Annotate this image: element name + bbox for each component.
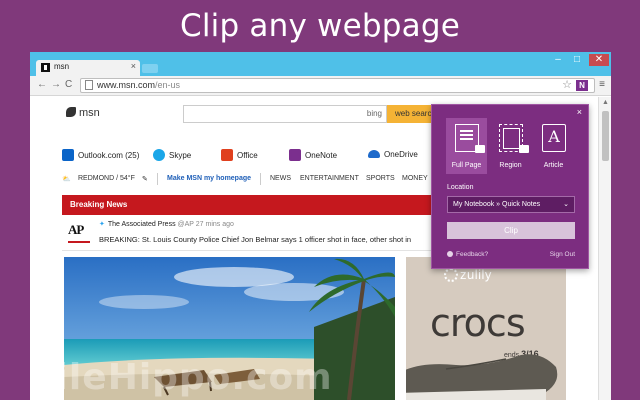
msn-logo[interactable]: msn xyxy=(66,107,100,119)
address-path: /en-us xyxy=(155,80,181,90)
reload-icon[interactable]: C xyxy=(65,79,72,90)
web-clipper-panel: × Full Page Region A Article Location My… xyxy=(431,104,589,269)
address-url: www.msn.com/en-us xyxy=(97,80,180,90)
location-select[interactable]: My Notebook » Quick Notes ⌄ xyxy=(447,196,575,213)
quicklink-onedrive[interactable]: OneDrive xyxy=(368,149,418,163)
address-bar[interactable]: www.msn.com/en-us ☆ N xyxy=(80,78,595,93)
feedback-text: Feedback? xyxy=(456,251,489,258)
divider xyxy=(260,173,261,185)
new-tab-button[interactable] xyxy=(142,64,158,73)
ap-logo: AP xyxy=(68,222,92,244)
msn-navbar: ⛅ REDMOND / 54°F ✎ Make MSN my homepage … xyxy=(62,173,442,187)
divider xyxy=(157,173,158,185)
browser-tab[interactable]: msn × xyxy=(36,60,140,76)
tweet-text: BREAKING: St. Louis County Police Chief … xyxy=(99,235,412,244)
article-icon: A xyxy=(542,124,566,152)
smiley-icon xyxy=(447,251,453,257)
clip-button[interactable]: Clip xyxy=(447,222,575,239)
quicklink-onenote[interactable]: OneNote xyxy=(289,149,337,163)
feedback-link[interactable]: Feedback? xyxy=(447,251,488,258)
quicklink-label: OneNote xyxy=(305,151,338,160)
weather-icon: ⛅ xyxy=(62,176,71,183)
onenote-extension-icon[interactable]: N xyxy=(576,80,588,91)
tab-title: msn xyxy=(54,62,70,71)
forward-arrow-icon[interactable]: → xyxy=(51,79,61,90)
quicklink-outlook[interactable]: Outlook.com (25) xyxy=(62,149,139,163)
tweet-handle: @AP 27 mins ago xyxy=(177,221,234,228)
browser-toolbar: ← → C www.msn.com/en-us ☆ N ≡ xyxy=(30,76,611,96)
location-label: Location xyxy=(447,184,474,191)
twitter-bird-icon: ✦ xyxy=(99,221,105,228)
tab-close-icon[interactable]: × xyxy=(131,61,136,71)
close-window-button[interactable]: ✕ xyxy=(589,54,609,66)
office-icon xyxy=(221,149,233,161)
weather-location[interactable]: REDMOND / 54°F xyxy=(78,175,135,182)
breaking-news-bar[interactable]: Breaking News xyxy=(62,195,442,215)
scroll-thumb[interactable] xyxy=(602,111,609,161)
watermark: FileHippo.com xyxy=(30,357,333,398)
search-input[interactable]: bing xyxy=(183,105,387,123)
mode-article[interactable]: A Article xyxy=(533,118,574,174)
bookmark-star-icon[interactable]: ☆ xyxy=(562,78,572,91)
shoe-image xyxy=(406,354,558,400)
back-arrow-icon[interactable]: ← xyxy=(37,79,47,90)
nav-news[interactable]: NEWS xyxy=(270,175,291,182)
title-bar: msn × – □ ✕ xyxy=(30,52,611,76)
crocs-ad[interactable]: zulily crocs ends 3/16 xyxy=(406,257,566,400)
cloud-icon xyxy=(368,150,380,158)
web-search-button[interactable]: web search xyxy=(387,105,437,123)
skype-icon xyxy=(153,149,165,161)
breaking-news-label: Breaking News xyxy=(70,200,128,209)
nav-sports[interactable]: SPORTS xyxy=(366,175,395,182)
quicklink-label: Skype xyxy=(169,151,192,160)
edit-pencil-icon[interactable]: ✎ xyxy=(142,175,148,183)
msn-logo-text: msn xyxy=(79,107,100,119)
quicklink-label: Office xyxy=(237,151,258,160)
mode-region[interactable]: Region xyxy=(490,118,531,174)
mode-label: Article xyxy=(543,162,564,169)
quicklink-skype[interactable]: Skype xyxy=(153,149,191,163)
minimize-button[interactable]: – xyxy=(548,54,568,66)
mode-label: Full Page xyxy=(451,162,482,169)
quicklinks: Outlook.com (25) Skype Office OneNote On… xyxy=(62,149,442,163)
tweet-author: The Associated Press xyxy=(107,221,176,228)
bing-logo: bing xyxy=(366,109,382,118)
camera-icon xyxy=(519,145,529,153)
page-icon xyxy=(85,80,93,90)
maximize-button[interactable]: □ xyxy=(567,54,587,66)
browser-menu-icon[interactable]: ≡ xyxy=(599,79,605,90)
nav-entertainment[interactable]: ENTERTAINMENT xyxy=(300,175,359,182)
address-host: www.msn.com xyxy=(97,80,156,90)
location-value: My Notebook » Quick Notes xyxy=(453,201,541,208)
camera-icon xyxy=(475,145,485,153)
onenote-icon xyxy=(289,149,301,161)
tweet-source: ✦ The Associated Press @AP 27 mins ago xyxy=(99,220,234,228)
nav-money[interactable]: MONEY xyxy=(402,175,428,182)
outlook-icon xyxy=(62,149,74,161)
clipper-close-icon[interactable]: × xyxy=(577,107,582,117)
msn-favicon-icon xyxy=(41,63,50,72)
mode-label: Region xyxy=(499,162,522,169)
sign-out-link[interactable]: Sign Out xyxy=(550,251,575,258)
butterfly-icon xyxy=(66,107,76,117)
scroll-up-icon[interactable]: ▲ xyxy=(602,99,609,106)
quicklink-label: OneDrive xyxy=(384,150,418,159)
page-scrollbar[interactable]: ▲ xyxy=(598,97,611,400)
make-homepage-link[interactable]: Make MSN my homepage xyxy=(167,175,251,182)
tweet-card[interactable]: AP ✦ The Associated Press @AP 27 mins ago… xyxy=(62,215,442,251)
headline: Clip any webpage xyxy=(180,8,460,44)
quicklink-label: Outlook.com (25) xyxy=(78,151,140,160)
chevron-down-icon: ⌄ xyxy=(563,201,569,208)
quicklink-office[interactable]: Office xyxy=(221,149,258,163)
mode-full-page[interactable]: Full Page xyxy=(446,118,487,174)
